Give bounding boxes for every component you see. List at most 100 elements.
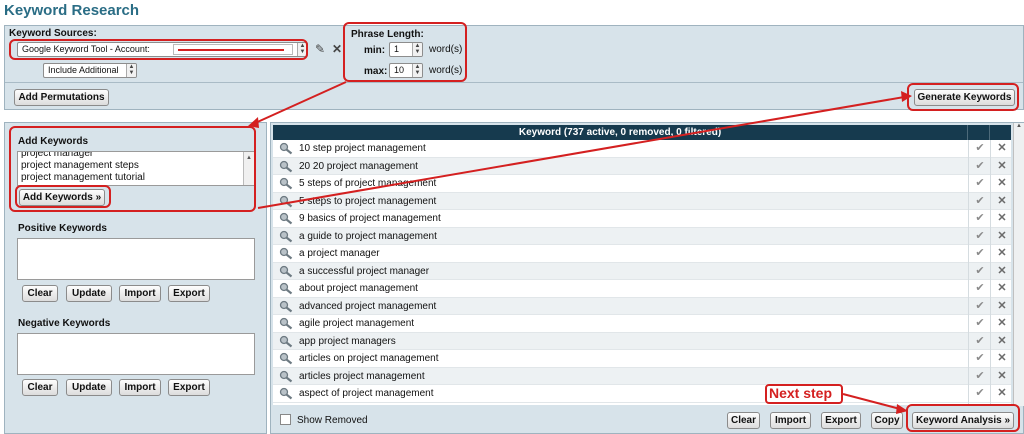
- remove-x-icon[interactable]: ✕: [995, 228, 1009, 245]
- min-length-stepper[interactable]: 1 ▲ ▼: [389, 42, 423, 57]
- negative-update-button[interactable]: Update: [66, 379, 112, 396]
- positive-export-button[interactable]: Export: [168, 285, 210, 302]
- keep-check-icon[interactable]: ✔: [973, 280, 987, 297]
- table-row[interactable]: 20 20 project management ✔ ✕: [273, 157, 1011, 175]
- delete-source-icon[interactable]: ✕: [330, 42, 344, 57]
- magnifier-key-icon: [279, 335, 293, 347]
- remove-x-icon[interactable]: ✕: [995, 263, 1009, 280]
- table-row[interactable]: aspect of project management ✔ ✕: [273, 385, 1011, 403]
- edit-icon[interactable]: ✎: [313, 42, 327, 57]
- table-row[interactable]: a guide to project management ✔ ✕: [273, 227, 1011, 245]
- min-unit: word(s): [429, 44, 463, 55]
- source-select[interactable]: Google Keyword Tool - Account: ▲ ▼: [17, 42, 308, 57]
- remove-x-icon[interactable]: ✕: [995, 245, 1009, 262]
- remove-x-icon[interactable]: ✕: [995, 385, 1009, 402]
- table-row[interactable]: articles on project management ✔ ✕: [273, 350, 1011, 368]
- keep-check-icon[interactable]: ✔: [973, 333, 987, 350]
- generate-keywords-button[interactable]: Generate Keywords: [914, 89, 1015, 106]
- keep-check-icon[interactable]: ✔: [973, 385, 987, 402]
- keep-check-icon[interactable]: ✔: [973, 368, 987, 385]
- remove-x-icon[interactable]: ✕: [995, 298, 1009, 315]
- phrase-length-label: Phrase Length:: [351, 29, 424, 40]
- table-row[interactable]: a successful project manager ✔ ✕: [273, 262, 1011, 280]
- keyword-analysis-button[interactable]: Keyword Analysis »: [912, 412, 1014, 429]
- negative-import-button[interactable]: Import: [119, 379, 161, 396]
- negative-clear-button[interactable]: Clear: [22, 379, 58, 396]
- keyword-text: aspect of project management: [299, 388, 434, 399]
- show-removed-checkbox[interactable]: [280, 414, 291, 425]
- max-length-stepper[interactable]: 10 ▲ ▼: [389, 63, 423, 78]
- keep-check-icon[interactable]: ✔: [973, 315, 987, 332]
- table-row[interactable]: 9 basics of project management ✔ ✕: [273, 210, 1011, 228]
- positive-update-button[interactable]: Update: [66, 285, 112, 302]
- keep-check-icon[interactable]: ✔: [973, 140, 987, 157]
- negative-keywords-textarea[interactable]: [17, 333, 255, 375]
- keyword-text: a guide to project management: [299, 230, 437, 242]
- magnifier-key-icon: [279, 142, 293, 155]
- keep-check-icon[interactable]: ✔: [973, 350, 987, 367]
- table-copy-button[interactable]: Copy: [871, 412, 903, 429]
- table-row[interactable]: about project management ✔ ✕: [273, 280, 1011, 298]
- table-export-button[interactable]: Export: [821, 412, 861, 429]
- keep-check-icon[interactable]: ✔: [973, 158, 987, 175]
- remove-x-icon[interactable]: ✕: [995, 193, 1009, 210]
- magnifier-key-icon: [279, 212, 293, 225]
- keyword-text: 10 step project management: [299, 143, 426, 154]
- magnifier-key-icon: [279, 247, 293, 260]
- keyword-list-scrollbar[interactable]: ▲: [1013, 123, 1024, 406]
- page-title: Keyword Research: [4, 2, 140, 19]
- table-row[interactable]: 10 step project management ✔ ✕: [273, 140, 1011, 158]
- add-permutations-button[interactable]: Add Permutations: [14, 89, 109, 106]
- table-row[interactable]: 5 steps of project management ✔ ✕: [273, 175, 1011, 193]
- max-spin-icon[interactable]: ▲ ▼: [412, 64, 422, 77]
- positive-import-button[interactable]: Import: [119, 285, 161, 302]
- remove-x-icon[interactable]: ✕: [995, 333, 1009, 350]
- remove-x-icon[interactable]: ✕: [995, 315, 1009, 332]
- max-label: max:: [364, 66, 388, 77]
- remove-x-icon[interactable]: ✕: [995, 140, 1009, 157]
- positive-keywords-textarea[interactable]: [17, 238, 255, 280]
- keep-column-header[interactable]: [967, 125, 989, 140]
- min-spin-icon[interactable]: ▲ ▼: [412, 43, 422, 56]
- magnifier-key-icon: [279, 177, 293, 190]
- keep-check-icon[interactable]: ✔: [973, 245, 987, 262]
- include-additional-select[interactable]: Include Additional ▲ ▼: [43, 63, 137, 78]
- negative-export-button[interactable]: Export: [168, 379, 210, 396]
- textarea-scrollbar[interactable]: ▲▼: [243, 152, 254, 185]
- source-account-field[interactable]: [173, 44, 293, 55]
- divider: [5, 82, 1023, 83]
- remove-x-icon[interactable]: ✕: [995, 280, 1009, 297]
- keep-check-icon[interactable]: ✔: [973, 263, 987, 280]
- table-row[interactable]: app project managers ✔ ✕: [273, 332, 1011, 350]
- remove-x-icon[interactable]: ✕: [995, 368, 1009, 385]
- source-spin-icon[interactable]: ▲ ▼: [297, 43, 307, 56]
- remove-column-header[interactable]: [989, 125, 1011, 140]
- keep-check-icon[interactable]: ✔: [973, 193, 987, 210]
- keyword-table-header[interactable]: Keyword (737 active, 0 removed, 0 filter…: [273, 125, 967, 140]
- table-row[interactable]: a project manager ✔ ✕: [273, 245, 1011, 263]
- keyword-text: 9 basics of project management: [299, 213, 441, 224]
- magnifier-key-icon: [279, 317, 293, 330]
- add-keywords-button[interactable]: Add Keywords »: [19, 189, 105, 206]
- keep-check-icon[interactable]: ✔: [973, 210, 987, 227]
- table-row[interactable]: 5 steps to project management ✔ ✕: [273, 192, 1011, 210]
- table-import-button[interactable]: Import: [770, 412, 811, 429]
- positive-clear-button[interactable]: Clear: [22, 285, 58, 302]
- magnifier-key-icon: [279, 352, 293, 365]
- remove-x-icon[interactable]: ✕: [995, 175, 1009, 192]
- keep-check-icon[interactable]: ✔: [973, 228, 987, 245]
- remove-x-icon[interactable]: ✕: [995, 210, 1009, 227]
- keep-check-icon[interactable]: ✔: [973, 175, 987, 192]
- table-row[interactable]: advanced project management ✔ ✕: [273, 297, 1011, 315]
- include-spin-icon[interactable]: ▲ ▼: [126, 64, 136, 77]
- min-label: min:: [364, 45, 386, 56]
- keep-check-icon[interactable]: ✔: [973, 298, 987, 315]
- add-keywords-textarea[interactable]: project manager project management steps…: [17, 151, 255, 186]
- table-clear-button[interactable]: Clear: [727, 412, 760, 429]
- remove-x-icon[interactable]: ✕: [995, 158, 1009, 175]
- redaction-line: [178, 49, 284, 51]
- table-row[interactable]: agile project management ✔ ✕: [273, 315, 1011, 333]
- remove-x-icon[interactable]: ✕: [995, 350, 1009, 367]
- keyword-text: articles project management: [299, 370, 425, 382]
- table-row[interactable]: articles project management ✔ ✕: [273, 367, 1011, 385]
